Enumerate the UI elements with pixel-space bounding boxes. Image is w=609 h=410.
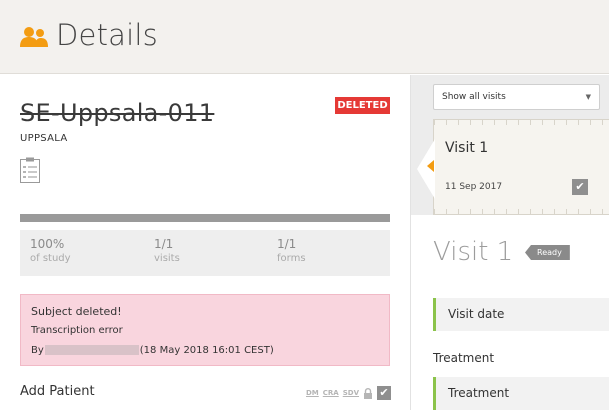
visit-check-icon: ✔ [572, 179, 588, 195]
users-icon [20, 27, 48, 47]
alert-by-prefix: By [31, 345, 44, 356]
stat-label: visits [154, 253, 180, 264]
form-row-label: Visit date [448, 307, 505, 321]
study-progress-bar [20, 214, 390, 222]
subject-panel: SE-Uppsala-011 UPPSALA DELETED 100% of s… [0, 75, 410, 410]
alert-by-date: (18 May 2018 16:01 CEST) [139, 345, 274, 356]
visit-card-title: Visit 1 [445, 140, 489, 156]
visits-timeline: Show all visits ▼ Visit 1 11 Sep 2017 ✔ [411, 75, 609, 215]
stat-label: of study [30, 253, 71, 264]
lock-icon [364, 387, 373, 399]
visit-filter-select[interactable]: Show all visits ▼ [433, 84, 600, 110]
stat-visits: 1/1 visits [154, 237, 180, 264]
stat-study: 100% of study [30, 237, 71, 264]
stat-value: 1/1 [154, 237, 174, 251]
subject-stats: 100% of study 1/1 visits 1/1 forms [20, 230, 390, 276]
form-row-visit-date[interactable]: Visit date [433, 298, 609, 331]
form-add-patient[interactable]: Add Patient [20, 384, 95, 399]
study-progress-fill [20, 214, 390, 222]
chevron-down-icon: ▼ [585, 93, 591, 101]
form-check-icon: ✔ [377, 386, 392, 400]
stat-value: 1/1 [277, 237, 297, 251]
page-title: Details [56, 18, 158, 52]
subject-id: SE-Uppsala-011 [20, 99, 215, 127]
clipboard-icon[interactable] [20, 157, 40, 183]
visit-card[interactable]: Visit 1 11 Sep 2017 ✔ [433, 119, 609, 215]
visit-filter-value: Show all visits [442, 92, 506, 102]
visit-status-badge: Ready [525, 245, 570, 260]
dm-flag-icon: DM [306, 389, 319, 397]
stat-value: 100% [30, 237, 65, 251]
visit-card-body: Visit 1 11 Sep 2017 ✔ [433, 119, 609, 215]
alert-title: Subject deleted! [31, 305, 122, 318]
alert-deleted-by: By (18 May 2018 16:01 CEST) [31, 345, 274, 356]
redacted-user-name [44, 345, 139, 355]
page-header: Details [0, 0, 609, 74]
visit-heading: Visit 1 [433, 237, 514, 267]
site-name: UPPSALA [20, 133, 68, 144]
visit-card-date: 11 Sep 2017 [445, 182, 503, 192]
sdv-flag-icon: SDV [342, 389, 360, 397]
form-status-icons: DM CRA SDV ✔ [306, 386, 392, 400]
form-row-label: Treatment [448, 386, 510, 400]
section-label-treatment: Treatment [433, 351, 495, 365]
visit-card-edge [434, 209, 609, 214]
form-row-treatment[interactable]: Treatment [433, 377, 609, 410]
visits-panel: Show all visits ▼ Visit 1 11 Sep 2017 ✔ … [410, 75, 609, 410]
status-badge: DELETED [335, 97, 390, 114]
stat-label: forms [277, 253, 306, 264]
chevron-left-icon[interactable] [427, 160, 434, 172]
deleted-alert: Subject deleted! Transcription error By (… [20, 294, 390, 366]
cra-flag-icon: CRA [322, 389, 339, 397]
stat-forms: 1/1 forms [277, 237, 306, 264]
alert-reason: Transcription error [31, 325, 123, 336]
